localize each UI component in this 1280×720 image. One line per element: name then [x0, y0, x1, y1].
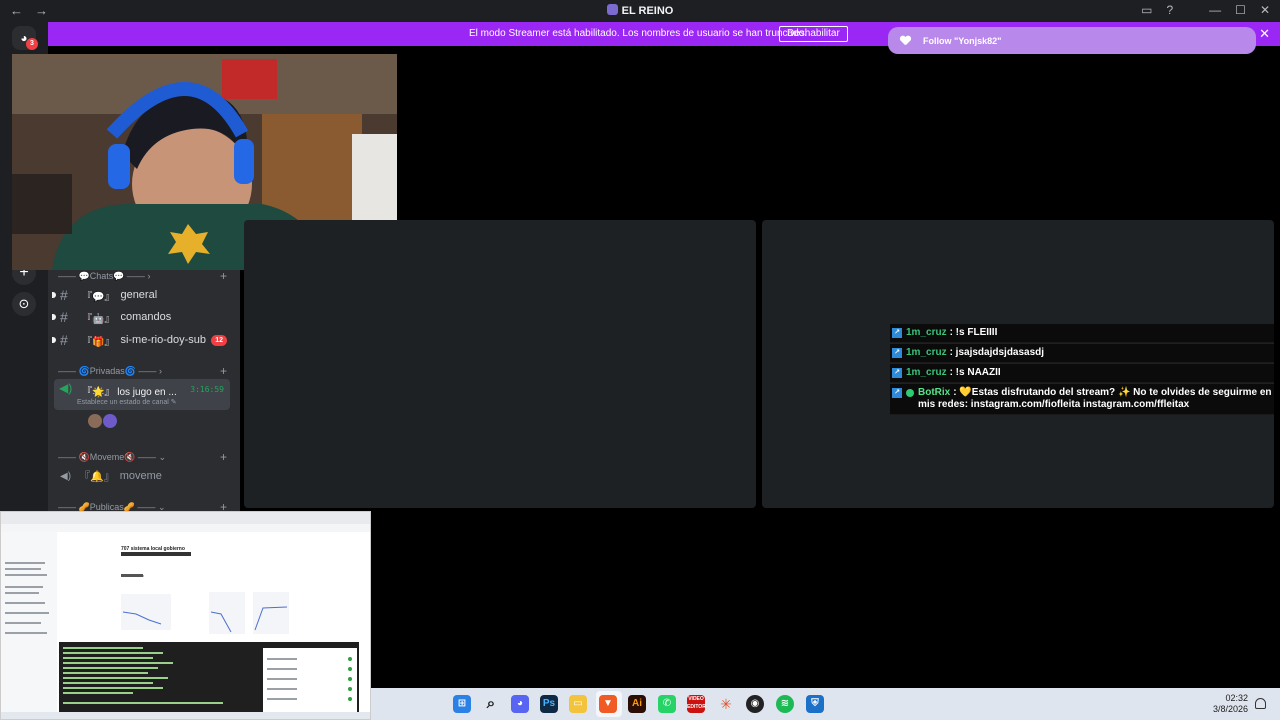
speaker-icon: ◀) — [59, 381, 73, 395]
chat-message: ↗ 1m_cruz : !s FLEIIII — [890, 324, 1274, 343]
channel-status[interactable]: Establece un estado de canal ✎ — [77, 398, 177, 406]
voice-channel-moveme[interactable]: ◀) 『🔔』 moveme — [56, 467, 162, 485]
chat-username: 1m_cruz — [906, 367, 947, 378]
window-title: EL REINO — [0, 4, 1280, 17]
close-banner-icon[interactable]: ✕ — [1259, 26, 1270, 42]
avatar[interactable] — [103, 414, 117, 428]
category-chats[interactable]: —— 💬Chats💬 —— › — [58, 271, 150, 282]
taskbar — [371, 688, 1280, 720]
mention-badge: 3 — [26, 38, 38, 50]
chat-message: ↗ BotRix: 💛Estas disfrutando del stream?… — [890, 384, 1274, 415]
chat-message: ↗ 1m_cruz : !s NAAZII — [890, 364, 1274, 383]
discord-app-icon[interactable]: ◕ — [511, 695, 529, 713]
close-window-button[interactable]: ✕ — [1260, 3, 1270, 17]
unread-indicator — [52, 337, 56, 343]
mention-count-badge: 12 — [211, 335, 227, 346]
screenshare-page-title: 707 sistema local gobierno — [121, 546, 185, 552]
spotify-icon[interactable]: ≋ — [776, 695, 794, 713]
photoshop-icon[interactable]: Ps — [540, 695, 558, 713]
category-moveme[interactable]: —— 🔇Moveme🔇 —— ⌄ — [58, 452, 166, 463]
clock-date: 3/8/2026 — [1212, 704, 1248, 714]
streamer-mode-message: El modo Streamer está habilitado. Los no… — [469, 28, 807, 39]
discover-icon[interactable]: ⊙ — [12, 292, 36, 316]
channel-name: general — [120, 289, 158, 301]
server-icon — [606, 4, 618, 15]
obs-icon[interactable]: ◉ — [746, 695, 764, 713]
hash-icon: # — [60, 287, 68, 303]
channel-general[interactable]: # 『💬』 general — [52, 285, 232, 305]
inbox-icon[interactable]: ▭ — [1141, 3, 1152, 17]
unread-indicator — [52, 292, 56, 298]
search-icon[interactable]: ⌕ — [482, 695, 500, 713]
badge-icon: ↗ — [892, 368, 902, 378]
channel-emoji: 『🤖』 — [82, 313, 115, 325]
follow-alert: Follow "Yonjsk82" — [888, 27, 1256, 54]
heart-icon — [900, 36, 911, 46]
channel-name: si-me-rio-doy-sub — [120, 334, 207, 346]
disable-streamer-button[interactable]: Deshabilitar — [779, 26, 848, 42]
chat-username: 1m_cruz — [906, 327, 947, 338]
voice-timer: 3:16:59 — [190, 385, 224, 394]
hash-icon: # — [60, 309, 68, 325]
voice-channel-active[interactable]: ◀) 『🌟』 los jugo en ... 3:16:59 Establece… — [54, 379, 230, 410]
chat-username: 1m_cruz — [906, 347, 947, 358]
maximize-button[interactable]: ☐ — [1235, 3, 1246, 17]
chat-text: : jsajsdajdsjdasasdj — [949, 347, 1045, 358]
star-app-icon[interactable]: ✳ — [717, 695, 735, 713]
category-privadas[interactable]: —— 🌀Privadas🌀 —— › — [58, 366, 162, 377]
taskbar-clock[interactable]: 02:32 3/8/2026 — [1213, 693, 1248, 715]
badge-icon: ↗ — [892, 388, 902, 398]
twitch-chat-overlay: ↗ 1m_cruz : !s FLEIIII ↗ 1m_cruz : jsajs… — [890, 324, 1274, 416]
window-titlebar: ← → EL REINO ▭ ? — ☐ ✕ — [0, 0, 1280, 22]
file-explorer-icon[interactable]: ▭ — [569, 695, 587, 713]
follow-alert-text: Follow "Yonjsk82" — [923, 35, 1002, 46]
illustrator-icon[interactable]: Ai — [628, 695, 646, 713]
windows-start-icon[interactable]: ⊞ — [453, 695, 471, 713]
notification-bell-icon[interactable] — [1255, 698, 1266, 709]
chat-message: ↗ 1m_cruz : jsajsdajdsjdasasdj — [890, 344, 1274, 363]
add-channel-icon[interactable]: + — [220, 450, 227, 464]
screenshare-section: Consultación — [121, 573, 145, 578]
add-channel-icon[interactable]: + — [220, 364, 227, 378]
badge-icon: ↗ — [892, 348, 902, 358]
badge-icon: ↗ — [892, 328, 902, 338]
voice-channel-name: 『🌟』 los jugo en ... — [82, 387, 177, 398]
chat-text: : !s NAAZII — [949, 367, 1001, 378]
screenshare-overlay: 707 sistema local gobierno Consultación — [0, 511, 371, 720]
chat-text: : 💛Estas disfrutando del stream? ✨ No te… — [918, 387, 1272, 410]
channel-si-me-rio-doy-sub[interactable]: # 『🎁』 si-me-rio-doy-sub 12 — [52, 330, 232, 350]
unread-indicator — [52, 314, 56, 320]
avatar[interactable] — [88, 414, 102, 428]
video-editor-icon[interactable]: VIDEO EDITOR — [687, 695, 706, 713]
shield-app-icon[interactable]: ⛨ — [806, 695, 824, 713]
window-controls: ▭ ? — ☐ ✕ — [1141, 3, 1270, 17]
chat-username: BotRix — [918, 387, 951, 398]
whatsapp-icon[interactable]: ✆ — [658, 695, 676, 713]
channel-name: moveme — [119, 470, 162, 482]
clock-time: 02:32 — [1225, 693, 1248, 703]
verified-bot-icon — [906, 389, 914, 397]
brave-browser-icon[interactable]: ▼ — [599, 695, 617, 713]
channel-emoji: 『🎁』 — [82, 336, 115, 348]
chat-text: : !s FLEIIII — [949, 327, 998, 338]
help-icon[interactable]: ? — [1166, 3, 1173, 17]
channel-comandos[interactable]: # 『🤖』 comandos — [52, 307, 232, 327]
server-title: EL REINO — [621, 5, 674, 17]
minimize-button[interactable]: — — [1209, 3, 1221, 17]
channel-emoji: 『💬』 — [82, 291, 115, 303]
channel-name: comandos — [120, 311, 172, 323]
speaker-icon: ◀) — [60, 470, 72, 482]
hash-icon: # — [60, 332, 68, 348]
add-channel-icon[interactable]: + — [220, 269, 227, 283]
stream-tile[interactable] — [244, 220, 756, 508]
